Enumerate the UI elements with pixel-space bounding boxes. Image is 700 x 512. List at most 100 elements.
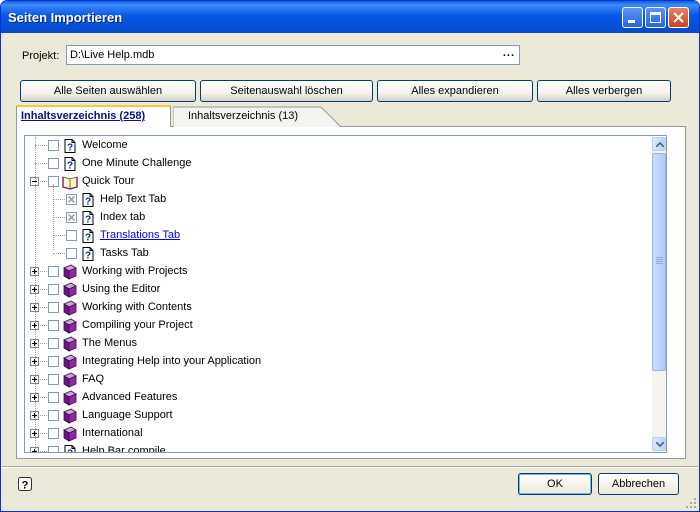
- item-checkbox[interactable]: [48, 158, 59, 169]
- item-checkbox[interactable]: [66, 194, 77, 205]
- tree-item[interactable]: ? Index tab: [25, 209, 655, 227]
- ok-button[interactable]: OK: [518, 473, 592, 495]
- tab-toc-secondary[interactable]: Inhaltsverzeichnis (13): [173, 105, 343, 127]
- tree-item-label: FAQ: [82, 373, 105, 385]
- select-all-button[interactable]: Alle Seiten auswählen: [20, 80, 196, 102]
- tree-item[interactable]: Quick Tour: [25, 173, 655, 191]
- svg-text:?: ?: [85, 251, 91, 262]
- tree-item[interactable]: International: [25, 425, 655, 443]
- tree-item[interactable]: Advanced Features: [25, 389, 655, 407]
- item-checkbox[interactable]: [66, 248, 77, 259]
- tree-connector-line: [53, 184, 54, 250]
- scroll-thumb[interactable]: [652, 153, 666, 371]
- grip-icon: [656, 257, 663, 264]
- tree-item[interactable]: FAQ: [25, 371, 655, 389]
- tree-connector-line: [53, 217, 65, 218]
- help-icon[interactable]: ?: [17, 476, 33, 492]
- project-path-field[interactable]: D:\Live Help.mdb ...: [66, 45, 520, 65]
- book-icon: [63, 408, 77, 424]
- help-page-icon: ?: [64, 139, 76, 154]
- item-checkbox[interactable]: [48, 446, 59, 452]
- help-page-icon: ?: [82, 193, 94, 208]
- item-checkbox[interactable]: [48, 356, 59, 367]
- cancel-button[interactable]: Abbrechen: [598, 473, 679, 495]
- tree-item[interactable]: The Menus: [25, 335, 655, 353]
- item-checkbox[interactable]: [48, 338, 59, 349]
- browse-button[interactable]: ...: [503, 47, 515, 59]
- item-checkbox[interactable]: [66, 212, 77, 223]
- project-label: Projekt:: [22, 50, 60, 62]
- book-icon: [63, 354, 77, 370]
- help-page-icon: ?: [64, 445, 76, 452]
- contents-tree[interactable]: ? Welcome ? One Minute Challenge Quick Tour?…: [24, 135, 667, 453]
- tree-item-label: Integrating Help into your Application: [82, 355, 262, 367]
- close-button[interactable]: [668, 7, 689, 28]
- chevron-down-icon: [656, 442, 664, 447]
- tree-item-label: Help Text Tab: [100, 193, 167, 205]
- book-icon: [63, 390, 77, 406]
- tree-item-label: International: [82, 427, 143, 439]
- item-checkbox[interactable]: [48, 410, 59, 421]
- item-checkbox[interactable]: [66, 230, 77, 241]
- tree-item-label: Quick Tour: [82, 175, 135, 187]
- minimize-icon: [628, 20, 635, 23]
- book-icon: [63, 264, 77, 280]
- open-book-icon: [62, 176, 78, 190]
- maximize-icon: [650, 12, 661, 23]
- tree-item[interactable]: ? One Minute Challenge: [25, 155, 655, 173]
- tree-connector-line: [35, 137, 36, 452]
- item-checkbox[interactable]: [48, 374, 59, 385]
- chevron-up-icon: [656, 142, 664, 147]
- tree-item[interactable]: ? Welcome: [25, 137, 655, 155]
- help-page-icon: ?: [82, 247, 94, 262]
- help-page-icon: ?: [64, 157, 76, 172]
- expand-all-button[interactable]: Alles expandieren: [377, 80, 533, 102]
- tree-item[interactable]: Compiling your Project: [25, 317, 655, 335]
- tree-item-label: Language Support: [82, 409, 173, 421]
- scroll-up-button[interactable]: [652, 137, 666, 151]
- item-checkbox[interactable]: [48, 320, 59, 331]
- collapse-all-button[interactable]: Alles verbergen: [537, 80, 671, 102]
- tree-item[interactable]: ? Help Text Tab: [25, 191, 655, 209]
- tree-item[interactable]: ? Translations Tab: [25, 227, 655, 245]
- vertical-scrollbar[interactable]: [652, 137, 666, 451]
- item-checkbox[interactable]: [48, 428, 59, 439]
- tree-item-label: The Menus: [82, 337, 138, 349]
- clear-selection-button[interactable]: Seitenauswahl löschen: [200, 80, 373, 102]
- tree-item-label: Compiling your Project: [82, 319, 193, 331]
- minimize-button[interactable]: [622, 7, 643, 28]
- project-path-value: D:\Live Help.mdb: [70, 49, 155, 61]
- tree-item-label: Welcome: [82, 139, 128, 151]
- maximize-button[interactable]: [645, 7, 666, 28]
- item-checkbox[interactable]: [48, 266, 59, 277]
- footer-separator: [2, 466, 698, 468]
- tree-item[interactable]: Language Support: [25, 407, 655, 425]
- tab-toc-main[interactable]: Inhaltsverzeichnis (258): [16, 105, 171, 127]
- tree-item[interactable]: ? Help Bar compile: [25, 443, 655, 452]
- import-pages-dialog: Seiten Importieren Projekt: D:\Live Help…: [0, 0, 700, 512]
- tree-item-label: Translations Tab: [100, 229, 181, 241]
- item-checkbox[interactable]: [48, 302, 59, 313]
- tree-item[interactable]: Working with Contents: [25, 299, 655, 317]
- item-checkbox[interactable]: [48, 284, 59, 295]
- tree-item[interactable]: Working with Projects: [25, 263, 655, 281]
- tree-connector-line: [35, 163, 47, 164]
- resize-grip-icon[interactable]: [685, 497, 697, 509]
- svg-text:?: ?: [85, 215, 91, 226]
- item-checkbox[interactable]: [48, 140, 59, 151]
- tree-item[interactable]: Integrating Help into your Application: [25, 353, 655, 371]
- svg-text:?: ?: [85, 233, 91, 244]
- svg-text:?: ?: [85, 197, 91, 208]
- item-checkbox[interactable]: [48, 392, 59, 403]
- tree-item[interactable]: ? Tasks Tab: [25, 245, 655, 263]
- tree-item[interactable]: Using the Editor: [25, 281, 655, 299]
- window-title: Seiten Importieren: [8, 10, 123, 25]
- scroll-down-button[interactable]: [652, 437, 666, 451]
- title-bar[interactable]: Seiten Importieren: [1, 1, 699, 33]
- svg-text:?: ?: [67, 161, 73, 172]
- tree-item-label: Advanced Features: [82, 391, 178, 403]
- book-icon: [63, 282, 77, 298]
- tab-toc-secondary-label: Inhaltsverzeichnis (13): [188, 110, 299, 122]
- book-icon: [63, 336, 77, 352]
- book-icon: [63, 318, 77, 334]
